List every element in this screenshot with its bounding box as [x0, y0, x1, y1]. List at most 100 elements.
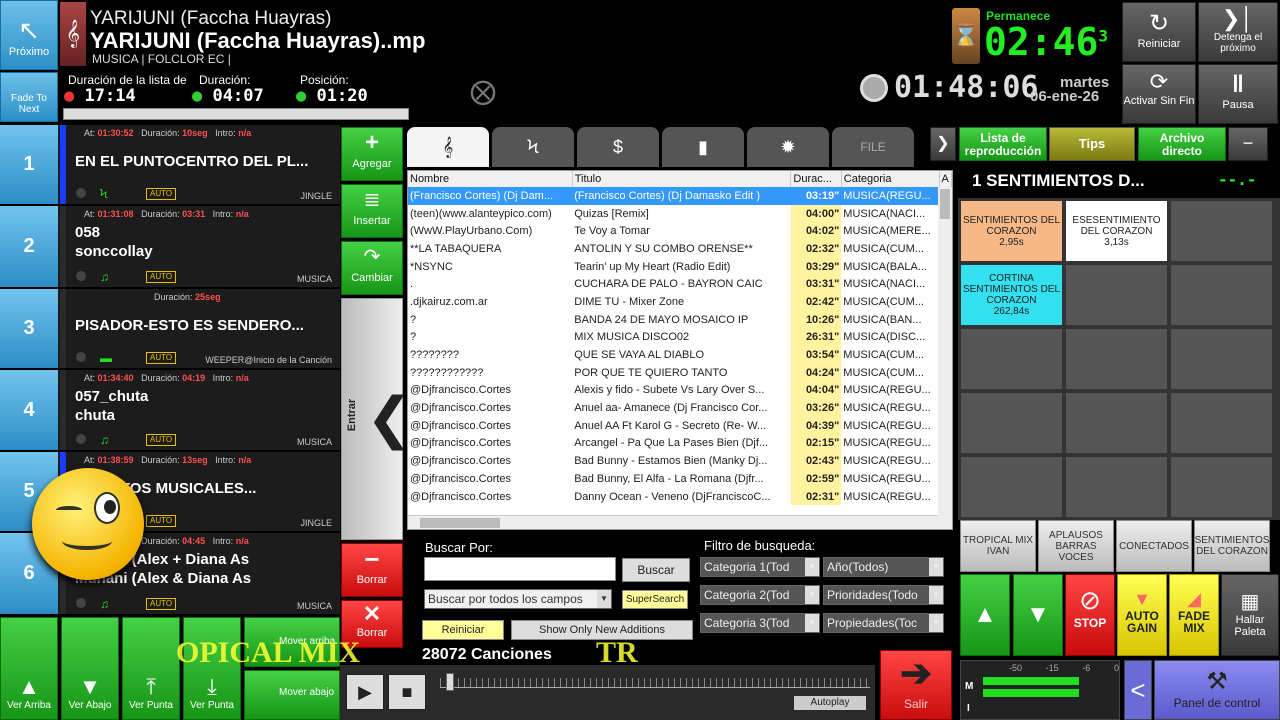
table-row[interactable]: *NSYNC Tearin' up My Heart (Radio Edit) 03… — [408, 257, 952, 276]
table-row[interactable]: @Djfrancisco.Cortes Bad Bunny - Estamos B… — [408, 452, 952, 470]
exit-button[interactable]: ➔ Salir — [880, 650, 952, 720]
table-row[interactable]: @Djfrancisco.Cortes Alexis y fido - Subet… — [408, 381, 952, 400]
palette-tab[interactable]: CONECTADOS — [1116, 520, 1192, 572]
palette-down-button[interactable]: ▼ — [1013, 574, 1063, 656]
palette-cell[interactable] — [1170, 200, 1273, 262]
queue-item[interactable]: 1 At: 01:30:52 Duración: 10seg Intro: n/a… — [0, 125, 340, 205]
view-up-button[interactable]: ▲ Ver Arriba — [0, 617, 58, 720]
table-row[interactable]: ?MIX MUSICA DISCO0226:31"MUSICA(DISC...▏ — [408, 328, 952, 347]
change-button[interactable]: ↷ Cambiar — [341, 241, 403, 295]
play-button[interactable]: ▶ — [346, 674, 384, 710]
col-nombre[interactable]: Nombre — [408, 171, 573, 187]
seek-slider[interactable] — [440, 678, 870, 688]
insert-button[interactable]: ≣ Insertar — [341, 184, 403, 238]
palette-cell[interactable]: ESESENTIMIENTO DEL CORAZON 3,13s — [1065, 200, 1168, 262]
tab-music[interactable]: 𝄞 — [407, 127, 489, 167]
table-row[interactable]: @Djfrancisco.Cortes Danny Ocean - Veneno … — [408, 487, 952, 506]
table-row[interactable]: @Djfrancisco.Cortes Bad Bunny, El Alfa - … — [408, 470, 952, 488]
palette-cell[interactable]: CORTINA SENTIMIENTOS DEL CORAZON 262,84s — [960, 264, 1063, 326]
table-row[interactable]: (WwW.PlayUrbano.Com) Te Voy a Tomar 04:02"… — [408, 222, 952, 241]
palette-tab[interactable]: TROPICAL MIX IVAN — [960, 520, 1036, 572]
supersearch-button[interactable]: SuperSearch — [622, 590, 688, 609]
palette-cell[interactable] — [1170, 392, 1273, 454]
palette-cell[interactable] — [960, 328, 1063, 390]
table-row[interactable]: (teen)(www.alanteypico.com) Quizas [Remix… — [408, 204, 952, 223]
stop-all-button[interactable]: ⊘ STOP — [1065, 574, 1115, 656]
tab-jingle[interactable]: Ϟ — [492, 127, 574, 167]
table-row[interactable]: ? BANDA 24 DE MAYO MOSAICO IP 10:26" MUSICA… — [408, 310, 952, 329]
add-button[interactable]: + Agregar — [341, 127, 403, 181]
palette-cell[interactable] — [1170, 328, 1273, 390]
meter-collapse-button[interactable]: < — [1124, 660, 1152, 720]
col-titulo[interactable]: Titulo — [572, 171, 792, 187]
palette-cell[interactable] — [1170, 264, 1273, 326]
pause-button[interactable]: ‖ Pausa — [1198, 64, 1278, 124]
activate-endless-button[interactable]: ⟳ Activar Sin Fin — [1122, 64, 1196, 124]
next-button[interactable]: ↖ Próximo — [0, 0, 58, 70]
autogain-button[interactable]: ▼ AUTO GAIN — [1117, 574, 1167, 656]
queue-item[interactable]: 2 At: 01:31:08 Duración: 03:31 Intro: n/a… — [0, 206, 340, 288]
fademix-button[interactable]: ◢ FADE MIX — [1169, 574, 1219, 656]
minimize-button[interactable]: − — [1228, 127, 1268, 161]
control-panel-button[interactable]: ⚒ Panel de control — [1154, 660, 1280, 720]
table-row[interactable]: ???????????? POR QUE TE QUIERO TANTO 04:24… — [408, 363, 952, 382]
palette-cell[interactable] — [1065, 264, 1168, 326]
tab-tips[interactable]: Tips — [1049, 127, 1135, 161]
view-down-button[interactable]: ▼ Ver Abajo — [61, 617, 119, 720]
table-row[interactable]: ???????? QUE SE VAYA AL DIABLO 03:54" MUSIC… — [408, 346, 952, 364]
tab-voice[interactable]: ▮ — [662, 127, 744, 167]
tab-direct-file[interactable]: Archivo directo — [1138, 127, 1226, 161]
palette-cell[interactable]: SENTIMIENTOS DEL CORAZON 2,95s — [960, 200, 1063, 262]
tab-fx[interactable]: ✹ — [747, 127, 829, 167]
v-scrollbar[interactable] — [938, 187, 952, 517]
priority-select[interactable]: Prioridades(Todo ▼ — [823, 585, 944, 605]
palette-cell[interactable] — [1170, 456, 1273, 518]
search-input[interactable] — [424, 557, 616, 581]
palette-cell[interactable] — [1065, 328, 1168, 390]
col-duracion[interactable]: Durac... — [790, 171, 842, 187]
category1-select[interactable]: Categoria 1(Tod ▼ — [700, 557, 820, 577]
table-row[interactable]: . CUCHARA DE PALO - BAYRON CAIC 03:31" MUSI… — [408, 275, 952, 294]
category2-select[interactable]: Categoria 2(Tod ▼ — [700, 585, 820, 605]
palette-up-button[interactable]: ▲ — [960, 574, 1010, 656]
palette-cell[interactable] — [960, 456, 1063, 518]
col-a[interactable]: A — [939, 171, 952, 187]
year-select[interactable]: Año(Todos) ▼ — [823, 557, 944, 577]
collapse-arrow-button[interactable]: ❯ — [930, 127, 956, 161]
search-button[interactable]: Buscar — [622, 558, 690, 582]
col-categoria[interactable]: Categoria — [841, 171, 940, 187]
autoplay-button[interactable]: Autoplay — [794, 696, 866, 710]
tab-playlist[interactable]: Lista de reproducción — [959, 127, 1047, 161]
table-row[interactable]: .djkairuz.com.ar DIME TU - Mixer Zone 02:4… — [408, 293, 952, 311]
stop-next-button[interactable]: ❯│ Detenga el próximo — [1198, 2, 1278, 62]
palette-tab[interactable]: SENTIMIENTOS DEL CORAZON — [1194, 520, 1270, 572]
reset-button[interactable]: Reiniciar — [422, 620, 504, 640]
delete-button[interactable]: − Borrar — [341, 543, 403, 597]
view-top-button[interactable]: ⤒ Ver Punta — [122, 617, 180, 720]
restart-button[interactable]: ↻ Reiniciar — [1122, 2, 1196, 62]
table-row[interactable]: **LA TABAQUERA ANTOLIN Y SU COMBO ORENSE*… — [408, 240, 952, 258]
find-palette-button[interactable]: ▦ Hallar Paleta — [1221, 574, 1279, 656]
palette-tab[interactable]: APLAUSOS BARRAS VOCES — [1038, 520, 1114, 572]
queue-item[interactable]: 3 Duración: 25seg PISADOR-ESTO ES SENDERO… — [0, 289, 340, 369]
palette-cell[interactable] — [960, 392, 1063, 454]
move-down-button[interactable]: Mover abajo — [244, 670, 340, 720]
tab-file[interactable]: FILE — [832, 127, 914, 167]
progress-bar[interactable] — [63, 108, 409, 120]
enter-button[interactable]: Entrar ❮ — [341, 298, 413, 540]
fade-to-next-button[interactable]: Fade To Next — [0, 72, 58, 122]
palette-cell[interactable] — [1065, 392, 1168, 454]
table-row[interactable]: @Djfrancisco.Cortes Anuel AA Ft Karol G -… — [408, 416, 952, 435]
category3-select[interactable]: Categoria 3(Tod ▼ — [700, 613, 820, 633]
h-scrollbar[interactable] — [408, 515, 952, 529]
table-row[interactable]: @Djfrancisco.Cortes Anuel aa- Amanece (Dj… — [408, 399, 952, 417]
palette-cell[interactable] — [1065, 456, 1168, 518]
queue-item[interactable]: 4 At: 01:34:40 Duración: 04:19 Intro: n/a… — [0, 370, 340, 451]
stop-button[interactable]: ■ — [388, 674, 426, 710]
search-mode-select[interactable]: Buscar por todos los campos ▼ — [424, 589, 612, 609]
seek-handle[interactable] — [446, 673, 454, 691]
properties-select[interactable]: Propiedades(Toc ▼ — [823, 613, 944, 633]
table-row[interactable]: @Djfrancisco.Cortes Arcangel - Pa Que La … — [408, 434, 952, 453]
table-row[interactable]: (Francisco Cortes) (Dj Dam... (Francisco … — [408, 187, 952, 205]
tab-commercial[interactable]: $ — [577, 127, 659, 167]
